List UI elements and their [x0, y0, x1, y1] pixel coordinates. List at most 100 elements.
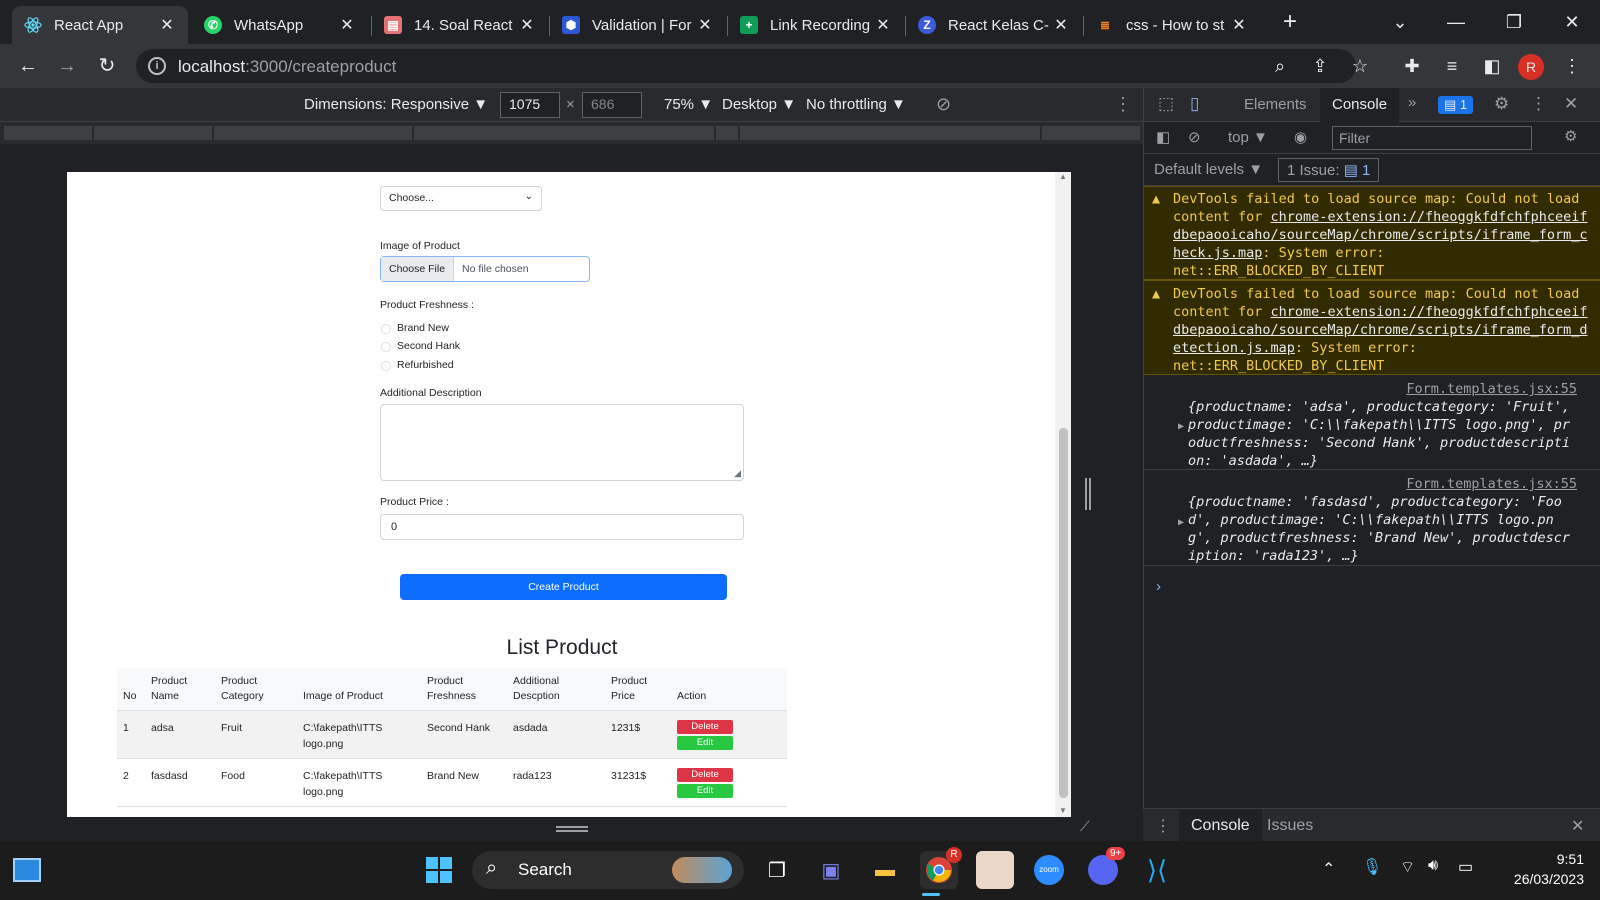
- windows-start-icon[interactable]: [420, 851, 458, 889]
- media-query-segment[interactable]: [740, 126, 1040, 140]
- tab-react-kelas[interactable]: Z React Kelas C- ✕: [906, 6, 1082, 44]
- media-query-bar[interactable]: [0, 122, 1143, 144]
- tab-console[interactable]: Console: [1320, 88, 1400, 122]
- tab-search-icon[interactable]: ⌄: [1380, 8, 1420, 36]
- chrome-icon[interactable]: R: [920, 847, 962, 889]
- sidebar-toggle-icon[interactable]: ◧: [1156, 128, 1170, 146]
- edit-button[interactable]: Edit: [677, 784, 733, 798]
- tab-validation[interactable]: ⬢ Validation | For ✕: [550, 6, 726, 44]
- issues-badge[interactable]: ▤ 1: [1438, 96, 1474, 114]
- rotate-icon[interactable]: ⊘: [936, 94, 951, 115]
- expand-triangle-icon[interactable]: ▶: [1178, 514, 1184, 532]
- close-icon[interactable]: ✕: [518, 15, 536, 35]
- delete-button[interactable]: Delete: [677, 768, 733, 782]
- volume-icon[interactable]: 🔊︎: [1428, 857, 1438, 875]
- viewport-resize-handle[interactable]: [1085, 478, 1091, 510]
- restore-icon[interactable]: ❐: [1494, 8, 1534, 36]
- close-icon[interactable]: ✕: [874, 15, 892, 35]
- new-tab-icon[interactable]: +: [1270, 8, 1310, 36]
- resize-grip-icon[interactable]: ◢: [734, 468, 741, 479]
- address-bar[interactable]: i localhost:3000/createproduct ⌕ ⇪ ☆: [136, 49, 1368, 83]
- media-query-segment[interactable]: [214, 126, 412, 140]
- close-icon[interactable]: ✕: [696, 15, 714, 35]
- category-select[interactable]: Choose... ⌄: [380, 186, 542, 211]
- zoom-dropdown[interactable]: 75% ▼: [664, 96, 713, 113]
- widgets-icon[interactable]: [8, 851, 46, 889]
- media-query-segment[interactable]: [4, 126, 92, 140]
- console-settings-icon[interactable]: ⚙: [1564, 127, 1577, 145]
- choose-file-button[interactable]: Choose File: [381, 257, 455, 281]
- taskbar-search[interactable]: ⌕ Search: [472, 851, 744, 889]
- log-source-link[interactable]: Form.templates.jsx:55: [1406, 475, 1577, 493]
- radio-brand-new[interactable]: [381, 324, 391, 334]
- tab-css-how-to[interactable]: ≣ css - How to st ✕: [1084, 6, 1260, 44]
- issues-count-button[interactable]: 1 Issue: ▤ 1: [1278, 158, 1380, 182]
- microphone-icon[interactable]: 🎙︎: [1362, 857, 1382, 877]
- vscode-icon[interactable]: ⟩⟨: [1138, 851, 1176, 889]
- drawer-menu-icon[interactable]: ⋮: [1155, 816, 1171, 836]
- devtools-menu-icon[interactable]: ⋮: [1530, 94, 1547, 114]
- drawer-tab-issues[interactable]: Issues: [1267, 809, 1313, 842]
- zoom-app-icon[interactable]: zoom: [1030, 851, 1068, 889]
- console-prompt-icon[interactable]: ›: [1156, 578, 1161, 595]
- inspect-icon[interactable]: ⬚: [1158, 94, 1174, 114]
- height-input[interactable]: 686: [582, 92, 642, 118]
- delete-button[interactable]: Delete: [677, 720, 733, 734]
- throttling-dropdown[interactable]: No throttling ▼: [806, 96, 906, 113]
- tab-elements[interactable]: Elements: [1244, 88, 1307, 122]
- tab-whatsapp[interactable]: ✆ WhatsApp ✕: [192, 6, 368, 44]
- scrollbar-thumb[interactable]: [1059, 428, 1068, 798]
- file-explorer-icon[interactable]: ▬: [866, 851, 904, 889]
- settings-icon[interactable]: ⚙: [1494, 94, 1509, 114]
- teams-chat-icon[interactable]: ▣: [812, 851, 850, 889]
- chevron-up-icon[interactable]: ⌃: [1322, 859, 1335, 879]
- task-view-icon[interactable]: ❐: [758, 851, 796, 889]
- side-panel-icon[interactable]: ◧: [1480, 54, 1504, 78]
- media-query-segment[interactable]: [414, 126, 714, 140]
- tab-link-recording[interactable]: + Link Recording ✕: [728, 6, 904, 44]
- close-icon[interactable]: ✕: [1230, 15, 1248, 35]
- wifi-icon[interactable]: ⌔: [1400, 857, 1415, 877]
- anime-app-icon[interactable]: [976, 851, 1014, 889]
- media-query-segment[interactable]: [94, 126, 212, 140]
- close-icon[interactable]: ✕: [1564, 94, 1578, 114]
- info-icon[interactable]: i: [148, 57, 166, 75]
- levels-dropdown[interactable]: Default levels ▼: [1154, 161, 1263, 178]
- media-queue-icon[interactable]: ≡: [1440, 54, 1464, 78]
- device-type-dropdown[interactable]: Desktop ▼: [722, 96, 796, 113]
- battery-icon[interactable]: ▭: [1458, 857, 1473, 877]
- log-source-link[interactable]: Form.templates.jsx:55: [1406, 380, 1577, 398]
- media-query-segment[interactable]: [1042, 126, 1140, 140]
- tab-react-app[interactable]: React App ✕: [12, 6, 188, 44]
- log-object[interactable]: {productname: 'fasdasd', productcategory…: [1188, 493, 1578, 565]
- window-close-icon[interactable]: ✕: [1552, 8, 1592, 36]
- extensions-icon[interactable]: ✚: [1400, 54, 1424, 78]
- radio-refurbished[interactable]: [381, 361, 391, 371]
- clock-date[interactable]: 26/03/2023: [1500, 871, 1584, 887]
- price-input[interactable]: 0: [380, 514, 744, 540]
- profile-avatar[interactable]: R: [1518, 54, 1544, 80]
- console-filter-input[interactable]: Filter: [1332, 126, 1532, 150]
- zoom-icon[interactable]: ⌕: [1268, 54, 1292, 78]
- tab-soal-react[interactable]: ▤ 14. Soal React ✕: [372, 6, 548, 44]
- scroll-down-icon[interactable]: ▼: [1059, 806, 1067, 815]
- more-tabs-icon[interactable]: »: [1408, 94, 1416, 111]
- reload-icon[interactable]: ↻: [91, 50, 123, 82]
- close-icon[interactable]: ✕: [1052, 15, 1070, 35]
- radio-second-hank[interactable]: [381, 342, 391, 352]
- minimize-icon[interactable]: —: [1436, 8, 1476, 36]
- url-text[interactable]: localhost:3000/createproduct: [178, 57, 396, 77]
- back-icon[interactable]: ←: [12, 50, 44, 82]
- dimensions-dropdown[interactable]: Dimensions: Responsive ▼: [304, 96, 488, 113]
- media-query-segment[interactable]: [716, 126, 738, 140]
- forward-icon[interactable]: →: [51, 50, 83, 82]
- discord-icon[interactable]: 9+: [1084, 847, 1126, 889]
- scroll-up-icon[interactable]: ▲: [1059, 172, 1067, 181]
- viewport-resize-handle-bottom[interactable]: [556, 826, 588, 832]
- close-icon[interactable]: ✕: [338, 15, 356, 35]
- drawer-close-icon[interactable]: ✕: [1571, 816, 1584, 836]
- create-product-button[interactable]: Create Product: [400, 574, 727, 600]
- page-scrollbar[interactable]: ▲ ▼: [1055, 172, 1071, 817]
- bookmark-star-icon[interactable]: ☆: [1348, 54, 1372, 78]
- width-input[interactable]: 1075: [500, 92, 560, 118]
